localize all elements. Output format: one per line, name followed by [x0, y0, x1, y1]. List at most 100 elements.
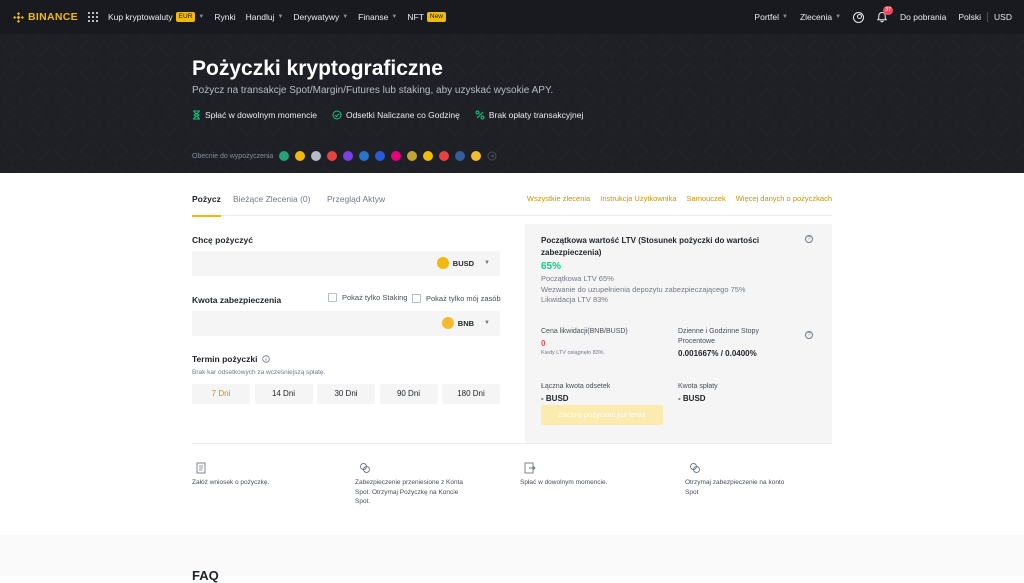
step-text: Załóż wniosek o pożyczkę.	[192, 479, 270, 486]
ltv-value: 65%	[541, 261, 562, 272]
step-receive-collateral: Otrzymaj zabezpieczenie na konto Spot	[685, 462, 795, 497]
document-icon	[196, 462, 206, 474]
checkbox-icon	[412, 294, 421, 303]
link-icon	[690, 463, 700, 473]
nav-orders-label: Zlecenia	[799, 12, 833, 22]
liquidation-price-note: Kiedy LTV osiągnęło 83%	[541, 350, 604, 356]
term-30-days[interactable]: 30 Dni	[317, 384, 375, 404]
borrow-coin-select[interactable]: BUSD ▼	[436, 257, 490, 269]
notifications-button[interactable]: 37	[876, 6, 894, 23]
hero-banner: Pożyczki kryptograficzne Pożycz na trans…	[0, 34, 1024, 173]
nav-buy-crypto[interactable]: Kup kryptowaluty EUR ▼	[108, 12, 204, 22]
borrow-coin-label: BUSD	[452, 258, 475, 268]
feature-repay-anytime: Spłać w dowolnym momencie	[192, 110, 317, 120]
tab-borrow[interactable]: Pożycz	[192, 186, 221, 217]
coin-icon	[471, 151, 482, 161]
nav-markets[interactable]: Rynki	[214, 12, 235, 22]
liquidation-price-label: Cena likwidacji(BNB/BUSD)	[541, 328, 628, 335]
step-apply: Załóż wniosek o pożyczkę.	[192, 462, 302, 488]
binance-diamond-icon	[13, 11, 24, 23]
help-links: Wszystkie zlecenia Instrukcja Użytkownik…	[517, 186, 832, 212]
link-tutorial[interactable]: Samouczek	[687, 186, 726, 212]
nav-divider	[987, 12, 989, 22]
nav-derivatives[interactable]: Derywatywy ▼	[293, 12, 348, 22]
show-my-assets-checkbox[interactable]: Pokaż tylko mój zasób	[412, 294, 501, 303]
tab-assets-overview[interactable]: Przegląd Aktyw	[327, 186, 385, 216]
term-14-days[interactable]: 14 Dni	[254, 384, 313, 404]
available-coins: Obecnie do wypożyczenia	[192, 151, 497, 161]
link-user-guide[interactable]: Instrukcja Użytkownika	[600, 186, 676, 212]
binance-logo[interactable]: BINANCE	[13, 11, 78, 23]
new-badge: New	[426, 12, 446, 22]
user-profile-button[interactable]	[853, 11, 865, 23]
nav-markets-label: Rynki	[214, 12, 236, 22]
feature-label: Spłać w dowolnym momencie	[205, 110, 317, 120]
link-all-orders[interactable]: Wszystkie zlecenia	[527, 186, 590, 212]
nav-currency-label: USD	[994, 12, 1012, 22]
hero-features: Spłać w dowolnym momencie Odsetki Nalicz…	[192, 110, 598, 120]
nav-wallet[interactable]: Portfel ▼	[754, 12, 788, 22]
chevron-down-icon: ▼	[484, 320, 490, 326]
nav-orders[interactable]: Zlecenia ▼	[800, 12, 841, 22]
info-icon[interactable]: ?	[805, 235, 813, 243]
coin-icon	[423, 151, 434, 161]
coin-icon	[439, 151, 450, 161]
term-90-days[interactable]: 90 Dni	[379, 384, 438, 404]
show-staking-checkbox[interactable]: Pokaż tylko Staking	[328, 293, 407, 302]
liquidation-price-value: 0	[541, 339, 546, 348]
info-icon[interactable]	[261, 355, 270, 363]
show-my-assets-label: Pokaż tylko mój zasób	[426, 294, 501, 303]
feature-label: Brak opłaty transakcyjnej	[488, 110, 584, 120]
start-borrowing-button[interactable]: Zacznij pożyczać już teraz	[541, 405, 663, 425]
total-interest-label: Łączna kwota odsetek	[541, 383, 611, 390]
info-icon[interactable]: ?	[805, 331, 813, 339]
chevron-down-icon: ▼	[782, 14, 788, 20]
bnb-icon	[441, 317, 454, 329]
faq-section-background	[0, 535, 1024, 576]
coin-icon	[407, 151, 418, 161]
collateral-amount-input[interactable]: BNB ▼	[192, 311, 500, 336]
chevron-down-icon: ▼	[198, 14, 205, 20]
nav-nft[interactable]: NFT New	[407, 12, 446, 22]
page-title: Pożyczki kryptograficzne	[192, 57, 443, 80]
top-nav: BINANCE Kup kryptowaluty EUR ▼ Rynki Handl…	[0, 0, 1024, 34]
coin-icon	[279, 151, 290, 161]
nav-wallet-label: Portfel	[754, 12, 779, 22]
page-subtitle: Pożycz na transakcje Spot/Margin/Futures…	[192, 85, 554, 96]
brand-name: BINANCE	[28, 11, 78, 23]
nav-derivatives-label: Derywatywy	[293, 12, 340, 22]
repay-amount-value: - BUSD	[678, 394, 706, 403]
chevron-down-icon: ▼	[835, 14, 842, 20]
nav-download[interactable]: Do pobrania	[900, 12, 946, 22]
link-icon	[360, 463, 370, 473]
interest-rate-value: 0.001667% / 0.0400%	[678, 349, 757, 358]
show-staking-label: Pokaż tylko Staking	[342, 293, 408, 302]
nav-finance[interactable]: Finanse ▼	[358, 12, 397, 22]
step-collateral-transfer: Zabezpieczenie przeniesione z Konta Spot…	[355, 462, 465, 507]
coin-icon	[295, 151, 306, 161]
borrow-amount-input[interactable]: BUSD ▼	[192, 251, 500, 276]
step-text: Otrzymaj zabezpieczenie na konto Spot	[685, 479, 785, 496]
total-interest-value: - BUSD	[541, 394, 569, 403]
nav-currency[interactable]: USD	[994, 12, 1012, 22]
repay-amount-label: Kwota spłaty	[678, 383, 718, 390]
apps-grid-icon[interactable]	[87, 12, 98, 22]
hero-background-pattern	[0, 34, 1024, 173]
checkbox-icon	[328, 293, 337, 302]
chevron-down-icon: ▼	[391, 14, 398, 20]
tab-ongoing-orders[interactable]: Bieżące Zlecenia (0)	[233, 186, 310, 216]
step-repay: Spłać w dowolnym momencie.	[520, 462, 630, 488]
coin-icon	[391, 151, 402, 161]
arrow-right-circle-icon[interactable]	[487, 151, 497, 161]
coin-icon	[455, 151, 466, 161]
term-180-days[interactable]: 180 Dni	[442, 384, 500, 404]
chevron-down-icon: ▼	[277, 14, 284, 20]
nav-trade[interactable]: Handluj ▼	[246, 12, 284, 22]
nav-language[interactable]: Polski	[958, 12, 981, 22]
link-more-data[interactable]: Więcej danych o pożyczkach	[736, 186, 832, 212]
term-7-days[interactable]: 7 Dni	[192, 384, 250, 404]
collateral-coin-select[interactable]: BNB ▼	[441, 317, 490, 329]
nav-finance-label: Finanse	[358, 12, 389, 22]
chevron-down-icon: ▼	[484, 260, 490, 266]
ltv-title: Początkowa wartość LTV (Stosunek pożyczk…	[541, 236, 760, 257]
